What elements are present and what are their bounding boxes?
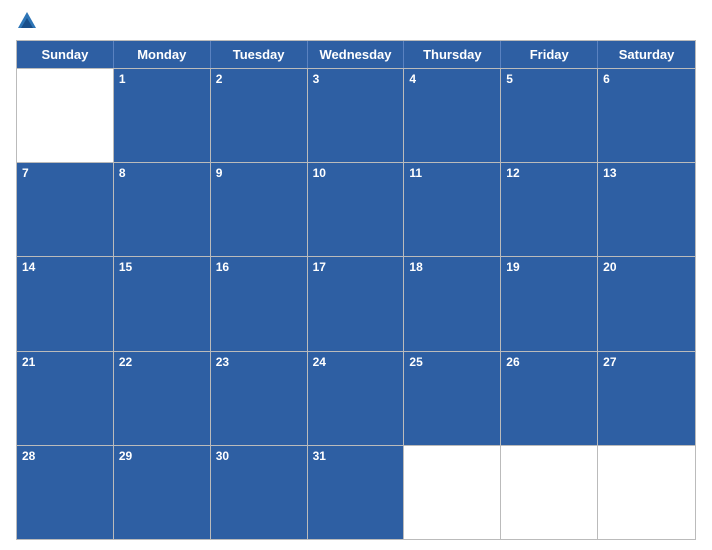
day-cell: 13 bbox=[598, 163, 695, 256]
day-cell: 2 bbox=[211, 69, 308, 162]
day-cell: 30 bbox=[211, 446, 308, 539]
week-row-4: 28293031 bbox=[17, 445, 695, 539]
day-number: 27 bbox=[598, 352, 695, 372]
day-number: 1 bbox=[114, 69, 210, 89]
generalblue-logo-icon bbox=[16, 10, 38, 32]
day-cell: 29 bbox=[114, 446, 211, 539]
day-cell: 19 bbox=[501, 257, 598, 350]
day-cell: 1 bbox=[114, 69, 211, 162]
day-headers-row: SundayMondayTuesdayWednesdayThursdayFrid… bbox=[17, 41, 695, 68]
day-cell: 4 bbox=[404, 69, 501, 162]
day-cell: 22 bbox=[114, 352, 211, 445]
day-header-tuesday: Tuesday bbox=[211, 41, 308, 68]
day-cell bbox=[404, 446, 501, 539]
day-number: 15 bbox=[114, 257, 210, 277]
day-number: 14 bbox=[17, 257, 113, 277]
day-cell: 8 bbox=[114, 163, 211, 256]
day-number: 22 bbox=[114, 352, 210, 372]
day-number: 11 bbox=[404, 163, 500, 183]
day-cell: 15 bbox=[114, 257, 211, 350]
day-number: 5 bbox=[501, 69, 597, 89]
day-number: 28 bbox=[17, 446, 113, 466]
day-cell: 25 bbox=[404, 352, 501, 445]
day-number: 4 bbox=[404, 69, 500, 89]
day-number: 31 bbox=[308, 446, 404, 466]
day-number: 20 bbox=[598, 257, 695, 277]
day-header-monday: Monday bbox=[114, 41, 211, 68]
day-cell: 6 bbox=[598, 69, 695, 162]
day-cell: 28 bbox=[17, 446, 114, 539]
day-cell: 21 bbox=[17, 352, 114, 445]
day-cell bbox=[598, 446, 695, 539]
day-cell: 23 bbox=[211, 352, 308, 445]
day-number: 9 bbox=[211, 163, 307, 183]
day-header-thursday: Thursday bbox=[404, 41, 501, 68]
day-cell: 31 bbox=[308, 446, 405, 539]
day-number: 16 bbox=[211, 257, 307, 277]
day-cell bbox=[17, 69, 114, 162]
day-number: 3 bbox=[308, 69, 404, 89]
day-cell: 7 bbox=[17, 163, 114, 256]
day-cell: 27 bbox=[598, 352, 695, 445]
day-number: 19 bbox=[501, 257, 597, 277]
logo bbox=[16, 10, 42, 32]
day-cell: 18 bbox=[404, 257, 501, 350]
day-number: 23 bbox=[211, 352, 307, 372]
week-row-2: 14151617181920 bbox=[17, 256, 695, 350]
day-number: 21 bbox=[17, 352, 113, 372]
day-number: 26 bbox=[501, 352, 597, 372]
day-number: 30 bbox=[211, 446, 307, 466]
day-number: 29 bbox=[114, 446, 210, 466]
day-header-saturday: Saturday bbox=[598, 41, 695, 68]
day-header-friday: Friday bbox=[501, 41, 598, 68]
day-number: 18 bbox=[404, 257, 500, 277]
day-number: 25 bbox=[404, 352, 500, 372]
day-cell: 17 bbox=[308, 257, 405, 350]
day-cell bbox=[501, 446, 598, 539]
day-cell: 11 bbox=[404, 163, 501, 256]
calendar-grid: SundayMondayTuesdayWednesdayThursdayFrid… bbox=[16, 40, 696, 540]
day-cell: 12 bbox=[501, 163, 598, 256]
week-row-0: 123456 bbox=[17, 68, 695, 162]
day-cell: 14 bbox=[17, 257, 114, 350]
day-cell: 5 bbox=[501, 69, 598, 162]
weeks-container: 1234567891011121314151617181920212223242… bbox=[17, 68, 695, 539]
day-cell: 16 bbox=[211, 257, 308, 350]
day-cell: 10 bbox=[308, 163, 405, 256]
day-number: 2 bbox=[211, 69, 307, 89]
calendar-page: SundayMondayTuesdayWednesdayThursdayFrid… bbox=[0, 0, 712, 550]
day-cell: 26 bbox=[501, 352, 598, 445]
day-number: 7 bbox=[17, 163, 113, 183]
day-number: 6 bbox=[598, 69, 695, 89]
day-number: 8 bbox=[114, 163, 210, 183]
day-number: 17 bbox=[308, 257, 404, 277]
day-header-sunday: Sunday bbox=[17, 41, 114, 68]
day-number: 24 bbox=[308, 352, 404, 372]
day-cell: 20 bbox=[598, 257, 695, 350]
week-row-1: 78910111213 bbox=[17, 162, 695, 256]
week-row-3: 21222324252627 bbox=[17, 351, 695, 445]
header bbox=[16, 10, 696, 32]
day-number: 13 bbox=[598, 163, 695, 183]
day-number: 10 bbox=[308, 163, 404, 183]
day-cell: 3 bbox=[308, 69, 405, 162]
day-header-wednesday: Wednesday bbox=[308, 41, 405, 68]
day-cell: 24 bbox=[308, 352, 405, 445]
day-number: 12 bbox=[501, 163, 597, 183]
day-cell: 9 bbox=[211, 163, 308, 256]
